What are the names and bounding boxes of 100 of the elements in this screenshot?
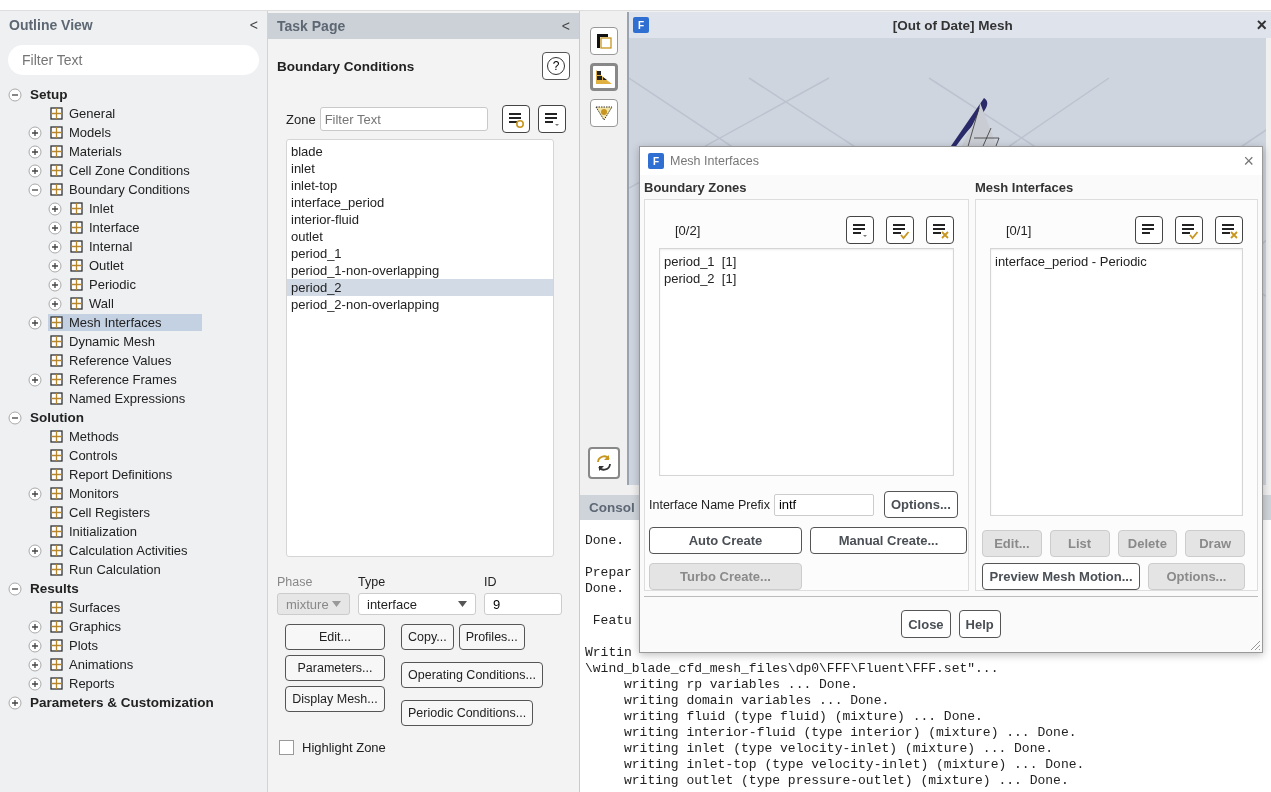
- tree-item[interactable]: Initialization: [48, 523, 141, 540]
- expand-icon[interactable]: [48, 201, 62, 216]
- list-item[interactable]: blade: [287, 143, 553, 160]
- tree-item[interactable]: Graphics: [48, 618, 126, 635]
- list-item[interactable]: outlet: [287, 228, 553, 245]
- tree-item[interactable]: Monitors: [48, 485, 123, 502]
- collapse-button[interactable]: <: [249, 17, 258, 33]
- sort-button[interactable]: [1135, 216, 1163, 244]
- tree-item[interactable]: Methods: [48, 428, 123, 445]
- expand-icon[interactable]: [28, 163, 42, 178]
- list-item[interactable]: period_1 [1]: [664, 253, 949, 270]
- refresh-button[interactable]: [587, 447, 620, 479]
- expand-icon[interactable]: [28, 638, 42, 653]
- expand-icon[interactable]: [28, 543, 42, 558]
- tree-item[interactable]: Cell Registers: [48, 504, 154, 521]
- tree-item[interactable]: Setup: [28, 86, 72, 103]
- prefix-field[interactable]: intf: [773, 493, 874, 516]
- tree-item[interactable]: Report Definitions: [48, 466, 177, 483]
- tree-item[interactable]: Cell Zone Conditions: [48, 162, 194, 179]
- button[interactable]: Display Mesh...: [285, 686, 385, 712]
- list-item[interactable]: period_2 [1]: [664, 270, 949, 287]
- tool-button[interactable]: [589, 27, 618, 55]
- tree-item[interactable]: Inlet: [68, 200, 118, 217]
- expand-icon[interactable]: [48, 296, 62, 311]
- filter-button[interactable]: [501, 105, 530, 133]
- list-item[interactable]: interior-fluid: [287, 211, 553, 228]
- button[interactable]: Manual Create...: [810, 527, 967, 554]
- tree-item[interactable]: Reference Values: [48, 352, 176, 369]
- resize-grip-icon[interactable]: [1249, 639, 1261, 651]
- expand-icon[interactable]: [28, 657, 42, 672]
- button[interactable]: Periodic Conditions...: [401, 700, 534, 726]
- list-item[interactable]: inlet-top: [287, 177, 553, 194]
- tree-item[interactable]: Controls: [48, 447, 122, 464]
- list-item[interactable]: period_2-non-overlapping: [287, 296, 553, 313]
- list-item[interactable]: inlet: [287, 160, 553, 177]
- collapse-icon[interactable]: [8, 581, 22, 596]
- button[interactable]: Auto Create: [649, 527, 802, 554]
- select-all-button[interactable]: [886, 216, 914, 244]
- close-button[interactable]: ×: [1256, 14, 1267, 36]
- expand-icon[interactable]: [48, 220, 62, 235]
- button[interactable]: Close: [901, 610, 951, 638]
- button[interactable]: Edit...: [285, 624, 385, 650]
- deselect-all-button[interactable]: [1215, 216, 1243, 244]
- expand-icon[interactable]: [28, 619, 42, 634]
- tree-item[interactable]: General: [48, 105, 120, 122]
- list-item[interactable]: period_2: [287, 279, 553, 296]
- dropdown[interactable]: interface: [358, 593, 476, 615]
- expand-icon[interactable]: [48, 258, 62, 273]
- expand-icon[interactable]: [28, 125, 42, 140]
- tree-item[interactable]: Calculation Activities: [48, 542, 192, 559]
- expand-icon[interactable]: [28, 315, 42, 330]
- tree-item[interactable]: Mesh Interfaces: [48, 314, 202, 331]
- filter-field[interactable]: Filter Text: [8, 45, 259, 75]
- tree-item[interactable]: Reports: [48, 675, 119, 692]
- tool-button[interactable]: [589, 63, 618, 91]
- list-item[interactable]: interface_period: [287, 194, 553, 211]
- tree-item[interactable]: Dynamic Mesh: [48, 333, 159, 350]
- list-item[interactable]: period_1: [287, 245, 553, 262]
- expand-icon[interactable]: [28, 372, 42, 387]
- tree-item[interactable]: Animations: [48, 656, 138, 673]
- collapse-icon[interactable]: [8, 87, 22, 102]
- deselect-all-button[interactable]: [926, 216, 954, 244]
- tree-item[interactable]: Outlet: [68, 257, 128, 274]
- tree-item[interactable]: Boundary Conditions: [48, 181, 194, 198]
- tree-item[interactable]: Interface: [68, 219, 144, 236]
- tree-item[interactable]: Named Expressions: [48, 390, 190, 407]
- id-field[interactable]: 9: [484, 593, 562, 615]
- tree-item[interactable]: Materials: [48, 143, 126, 160]
- expand-icon[interactable]: [48, 277, 62, 292]
- tree-item[interactable]: Surfaces: [48, 599, 125, 616]
- button[interactable]: Options...: [883, 491, 958, 518]
- tree-item[interactable]: Parameters & Customization: [28, 694, 218, 711]
- collapse-icon[interactable]: [8, 410, 22, 425]
- collapse-button[interactable]: <: [561, 18, 570, 34]
- list-item[interactable]: interface_period - Periodic: [995, 253, 1238, 270]
- button[interactable]: Copy...: [401, 624, 454, 650]
- tree-item[interactable]: Internal: [68, 238, 137, 255]
- close-button[interactable]: ×: [1243, 150, 1254, 172]
- expand-icon[interactable]: [8, 695, 22, 710]
- expand-icon[interactable]: [48, 239, 62, 254]
- list-item[interactable]: period_1-non-overlapping: [287, 262, 553, 279]
- tree-item[interactable]: Run Calculation: [48, 561, 165, 578]
- tree-item[interactable]: Periodic: [68, 276, 140, 293]
- select-all-button[interactable]: [1175, 216, 1203, 244]
- button[interactable]: Help: [958, 610, 1001, 638]
- filter-field[interactable]: Filter Text: [319, 107, 488, 131]
- button[interactable]: Operating Conditions...: [401, 662, 543, 688]
- tree-item[interactable]: Reference Frames: [48, 371, 181, 388]
- tree-item[interactable]: Wall: [68, 295, 118, 312]
- help-button[interactable]: ?: [542, 52, 570, 80]
- tree-item[interactable]: Plots: [48, 637, 102, 654]
- button[interactable]: Parameters...: [285, 655, 385, 681]
- tree-item[interactable]: Models: [48, 124, 115, 141]
- expand-icon[interactable]: [28, 486, 42, 501]
- collapse-icon[interactable]: [28, 182, 42, 197]
- checkbox[interactable]: [279, 740, 294, 755]
- sort-button[interactable]: [846, 216, 874, 244]
- tree-item[interactable]: Solution: [28, 409, 88, 426]
- expand-icon[interactable]: [28, 676, 42, 691]
- expand-icon[interactable]: [28, 144, 42, 159]
